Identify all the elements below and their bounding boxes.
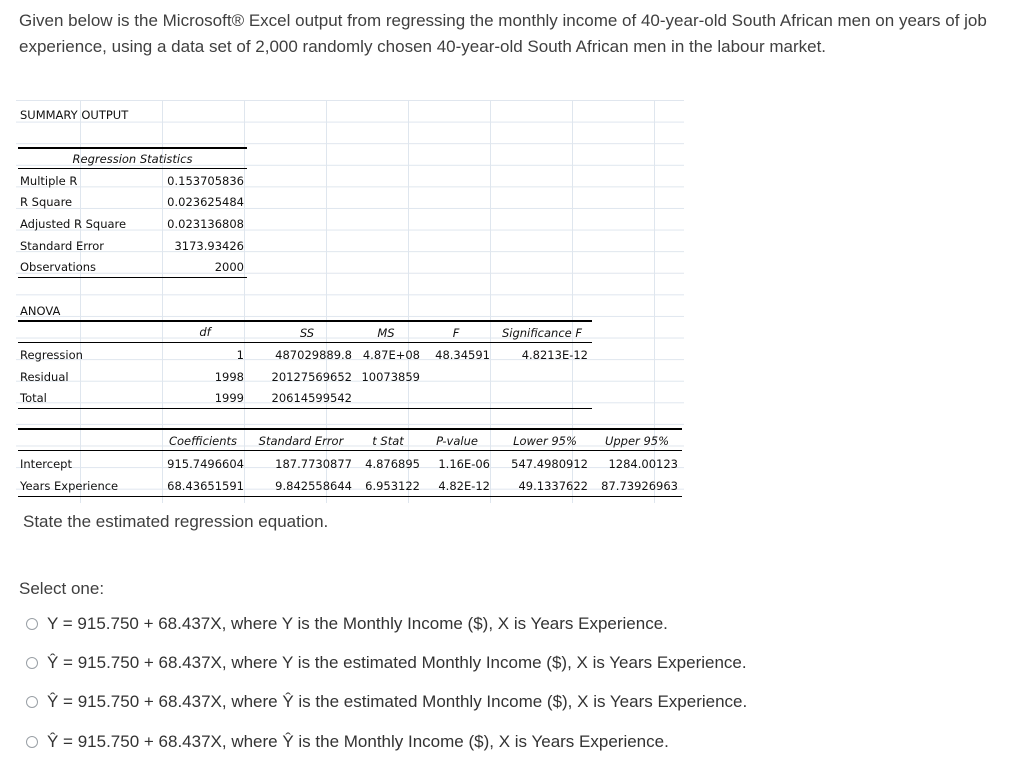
coef-p: 1.16E-06 bbox=[438, 457, 490, 471]
regstats-header-rule bbox=[18, 168, 247, 169]
regstats-value: 0.023625484 bbox=[167, 195, 244, 209]
coef-header-upper-95: Upper 95% bbox=[604, 434, 670, 448]
anova-row-label: Total bbox=[20, 391, 47, 405]
anova-header-ss: SS bbox=[299, 326, 315, 340]
excel-output-table: SUMMARY OUTPUT Regression Statistics Mul… bbox=[16, 100, 684, 503]
coef-se: 9.842558644 bbox=[275, 479, 352, 493]
radio-button[interactable] bbox=[26, 618, 38, 630]
anova-header-f: F bbox=[452, 326, 460, 340]
regstats-value: 2000 bbox=[214, 260, 244, 274]
anova-bottom-rule bbox=[18, 408, 592, 409]
regstats-label: Multiple R bbox=[20, 174, 78, 188]
answer-option-text: Ŷ = 915.750 + 68.437X, where Ŷ is the es… bbox=[47, 692, 748, 711]
coef-header-rule bbox=[18, 450, 682, 451]
summary-output-title: SUMMARY OUTPUT bbox=[20, 108, 129, 122]
coef-top-rule bbox=[18, 428, 682, 430]
anova-ss: 20127569652 bbox=[271, 370, 352, 384]
coef-value: 68.43651591 bbox=[167, 479, 244, 493]
answer-option-3[interactable]: Ŷ = 915.750 + 68.437X, where Ŷ is the es… bbox=[26, 689, 747, 715]
anova-ss: 20614599542 bbox=[271, 391, 352, 405]
anova-df: 1998 bbox=[214, 370, 244, 384]
anova-row-label: Residual bbox=[20, 370, 69, 384]
regstats-value: 0.153705836 bbox=[167, 174, 244, 188]
anova-header-sigf: Significance F bbox=[501, 326, 583, 340]
anova-header-ms: MS bbox=[377, 326, 395, 340]
answer-option-1[interactable]: Y = 915.750 + 68.437X, where Y is the Mo… bbox=[26, 611, 668, 637]
coef-lower: 49.1337622 bbox=[518, 479, 588, 493]
coef-value: 915.7496604 bbox=[167, 457, 244, 471]
regstats-title: Regression Statistics bbox=[72, 152, 193, 166]
anova-df: 1 bbox=[236, 348, 244, 362]
coef-upper: 87.73926963 bbox=[601, 479, 678, 493]
coef-se: 187.7730877 bbox=[275, 457, 352, 471]
answer-option-text: Ŷ = 915.750 + 68.437X, where Y is the es… bbox=[47, 653, 747, 672]
answer-option-text: Y = 915.750 + 68.437X, where Y is the Mo… bbox=[47, 614, 668, 633]
coef-header-standard-error: Standard Error bbox=[258, 434, 344, 448]
radio-button[interactable] bbox=[26, 657, 38, 669]
radio-button[interactable] bbox=[26, 736, 38, 748]
regstats-top-rule bbox=[18, 147, 247, 149]
anova-ms: 4.87E+08 bbox=[362, 348, 420, 362]
answer-option-4[interactable]: Ŷ = 915.750 + 68.437X, where Ŷ is the Mo… bbox=[26, 729, 669, 755]
coef-header-p-value: P-value bbox=[436, 434, 478, 448]
coef-header-coefficients: Coefficients bbox=[168, 434, 238, 448]
select-one-label: Select one: bbox=[19, 579, 105, 598]
coef-row-label: Years Experience bbox=[20, 479, 119, 493]
coef-lower: 547.4980912 bbox=[511, 457, 588, 471]
answer-option-2[interactable]: Ŷ = 915.750 + 68.437X, where Y is the es… bbox=[26, 650, 747, 676]
coef-header-t-stat: t Stat bbox=[372, 434, 404, 448]
radio-button[interactable] bbox=[26, 696, 38, 708]
anova-df: 1999 bbox=[214, 391, 244, 405]
regstats-value: 0.023136808 bbox=[167, 217, 244, 231]
coef-row-label: Intercept bbox=[20, 457, 72, 471]
anova-header-df: df bbox=[199, 325, 211, 339]
question-intro: Given below is the Microsoft® Excel outp… bbox=[19, 11, 987, 56]
coef-t: 4.876895 bbox=[365, 457, 420, 471]
anova-f: 48.34591 bbox=[435, 348, 490, 362]
regstats-bottom-rule bbox=[18, 277, 247, 278]
coef-header-lower-95: Lower 95% bbox=[513, 434, 577, 448]
coef-bottom-rule bbox=[18, 496, 682, 497]
anova-ms: 10073859 bbox=[361, 370, 420, 384]
regstats-label: R Square bbox=[20, 195, 73, 209]
regstats-label: Adjusted R Square bbox=[20, 217, 127, 231]
anova-top-rule bbox=[18, 320, 592, 322]
anova-ss: 487029889.8 bbox=[275, 348, 352, 362]
coef-upper: 1284.00123 bbox=[608, 457, 678, 471]
regstats-label: Observations bbox=[20, 260, 97, 274]
coef-t: 6.953122 bbox=[365, 479, 420, 493]
regstats-value: 3173.93426 bbox=[174, 239, 244, 253]
coef-p: 4.82E-12 bbox=[438, 479, 490, 493]
anova-sigf: 4.8213E-12 bbox=[521, 348, 588, 362]
anova-header-rule bbox=[18, 342, 592, 343]
anova-title: ANOVA bbox=[20, 304, 61, 318]
answer-option-text: Ŷ = 915.750 + 68.437X, where Ŷ is the Mo… bbox=[47, 732, 669, 751]
anova-row-label: Regression bbox=[20, 348, 83, 362]
regstats-label: Standard Error bbox=[20, 239, 105, 253]
question-prompt: State the estimated regression equation. bbox=[23, 512, 329, 531]
